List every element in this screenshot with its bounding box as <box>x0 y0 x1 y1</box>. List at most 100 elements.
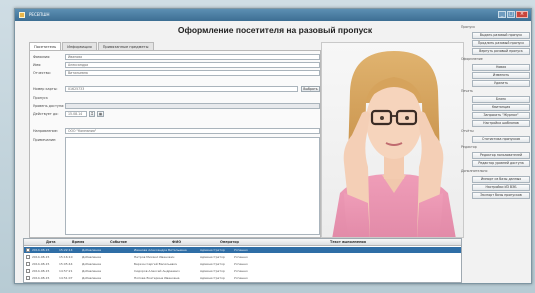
cell-result: Успешно <box>234 248 248 252</box>
purpose-select[interactable]: ООО "Компания" <box>65 128 320 134</box>
window-title: РЕСЕПШН <box>29 12 50 17</box>
cell-event: Добавление <box>82 248 102 252</box>
card-field[interactable]: 01625733 <box>65 86 298 92</box>
calendar-icon[interactable]: ▦ <box>97 111 104 117</box>
visitor-form: Фамилия: Иванова Имя: Александра Отчеств… <box>29 50 321 238</box>
cell-result: Успешно <box>234 269 248 273</box>
valid-until-label: Действует до: <box>33 112 59 116</box>
extend-pass-button[interactable]: Продлить разовый пропуск <box>472 40 530 47</box>
col-time[interactable]: Время <box>72 239 84 246</box>
export-passes-button[interactable]: Экспорт базы пропусков <box>472 192 530 199</box>
table-row[interactable]: 2014-08-15 14:51:07 Добавление Попова Ек… <box>24 275 461 281</box>
cell-fio: Беркин Сергей Васильевич <box>134 262 178 266</box>
form-print-button[interactable]: Бланк <box>472 96 530 103</box>
import-db-button[interactable]: Импорт из базы данных <box>472 176 530 183</box>
page-title: Оформление посетителя на разовый пропуск <box>177 25 373 35</box>
group-editor-title: Редактор <box>461 145 477 149</box>
table-header: Дата Время Событие ФИО Оператор Текст вы… <box>24 239 461 246</box>
edit-button[interactable]: Изменить <box>472 72 530 79</box>
app-icon <box>19 12 25 18</box>
cell-event: Добавление <box>82 269 102 273</box>
cell-fio: Иванова Александра Витальевна <box>134 248 187 252</box>
patronymic-field[interactable]: Витальевна <box>65 70 320 76</box>
cell-time: 14:51:07 <box>59 276 73 280</box>
cell-event: Добавление <box>82 255 102 259</box>
access-level-label: Уровень доступа: <box>33 104 65 108</box>
row-checkbox[interactable] <box>26 276 30 280</box>
table-row[interactable]: 2014-08-15 15:22:14 Добавление Иванова А… <box>24 247 461 253</box>
cell-operator: Администратор <box>200 262 225 266</box>
note-textarea[interactable] <box>65 137 320 235</box>
cell-result: Успешно <box>234 255 248 259</box>
tab-visitor[interactable]: Посетитель <box>29 42 62 50</box>
cell-operator: Администратор <box>200 248 225 252</box>
visitor-photo <box>321 42 464 238</box>
surname-label: Фамилия: <box>33 55 51 59</box>
access-section-label: Пропуск <box>33 96 48 100</box>
col-event[interactable]: Событие <box>110 239 127 246</box>
receipt-button[interactable]: Квитанция <box>472 104 530 111</box>
cell-fio: Попова Екатерина Ивановна <box>134 276 180 280</box>
cell-operator: Администратор <box>200 276 225 280</box>
name-field[interactable]: Александра <box>65 62 320 68</box>
return-pass-button[interactable]: Вернуть разовый пропуск <box>472 48 530 55</box>
tab-bar: Посетитель Информация Привязанные предме… <box>29 42 155 50</box>
surname-field[interactable]: Иванова <box>65 54 320 60</box>
app-window: РЕСЕПШН _ □ × Оформление посетителя на р… <box>14 8 532 284</box>
journal-request-button[interactable]: Запросить "Журнал" <box>472 112 530 119</box>
access-level-select[interactable] <box>65 103 320 109</box>
window-controls: _ □ × <box>498 11 528 18</box>
tab-info[interactable]: Информация <box>62 42 97 50</box>
access-level-editor-button[interactable]: Редактор уровней доступа <box>472 160 530 167</box>
select-card-button[interactable]: Выбрать <box>301 86 320 92</box>
note-label: Примечание: <box>33 138 57 142</box>
cell-fio: Петров Михаил Иванович <box>134 255 175 259</box>
cell-event: Добавление <box>82 276 102 280</box>
col-date[interactable]: Дата <box>46 239 56 246</box>
table-row[interactable]: 2014-08-15 15:16:10 Добавление Петров Ми… <box>24 254 461 260</box>
col-operator[interactable]: Оператор <box>220 239 239 246</box>
maximize-icon[interactable]: □ <box>507 11 515 18</box>
cell-time: 15:16:10 <box>59 255 73 259</box>
col-fio[interactable]: ФИО <box>172 239 181 246</box>
delete-button[interactable]: Удалить <box>472 80 530 87</box>
title-bar: РЕСЕПШН _ □ × <box>15 9 531 21</box>
visitor-portrait-image <box>332 51 456 237</box>
minimize-icon[interactable]: _ <box>498 11 506 18</box>
web-settings-button[interactable]: Настройки ИЗ ВЭБ <box>472 184 530 191</box>
row-checkbox[interactable] <box>26 255 30 259</box>
group-pass-title: Пропуск <box>461 25 476 29</box>
close-icon[interactable]: × <box>516 11 528 18</box>
cell-result: Успешно <box>234 276 248 280</box>
cell-date: 2014-08-15 <box>32 248 50 252</box>
cell-date: 2014-08-15 <box>32 255 50 259</box>
table-row[interactable]: 2014-08-15 14:57:21 Добавление Сидоров А… <box>24 268 461 274</box>
group-print-title: Печать <box>461 89 473 93</box>
group-reports-title: Отчёты <box>461 129 474 133</box>
screenshot-frame: РЕСЕПШН _ □ × Оформление посетителя на р… <box>0 0 535 293</box>
patronymic-label: Отчество: <box>33 71 51 75</box>
row-checkbox[interactable] <box>26 262 30 266</box>
purpose-label: Направление: <box>33 129 58 133</box>
cell-time: 15:05:44 <box>59 262 73 266</box>
user-editor-button[interactable]: Редактор пользователей <box>472 152 530 159</box>
cell-date: 2014-08-15 <box>32 276 50 280</box>
date-spinner-icon[interactable]: ↕ <box>89 111 95 117</box>
group-registration-title: Оформление <box>461 57 483 61</box>
valid-until-field[interactable]: 15.08.14 <box>65 111 87 117</box>
row-checkbox[interactable] <box>26 269 30 273</box>
col-result[interactable]: Текст выполнения <box>330 239 366 246</box>
group-extra-title: Дополнительно <box>461 169 488 173</box>
new-button[interactable]: Новая <box>472 64 530 71</box>
pass-statistics-button[interactable]: Статистика пропусков <box>472 136 530 143</box>
cell-event: Добавление <box>82 262 102 266</box>
card-label: Номер карты: <box>33 87 58 91</box>
row-checkbox[interactable] <box>26 248 30 252</box>
tab-items[interactable]: Привязанные предметы <box>97 42 154 50</box>
actions-sidebar: Пропуск Выдать разовый пропуск Продлить … <box>461 24 531 244</box>
template-settings-button[interactable]: Настройка шаблонов <box>472 120 530 127</box>
issue-pass-button[interactable]: Выдать разовый пропуск <box>472 32 530 39</box>
cell-time: 15:22:14 <box>59 248 73 252</box>
cell-time: 14:57:21 <box>59 269 73 273</box>
table-row[interactable]: 2014-08-15 15:05:44 Добавление Беркин Се… <box>24 261 461 267</box>
